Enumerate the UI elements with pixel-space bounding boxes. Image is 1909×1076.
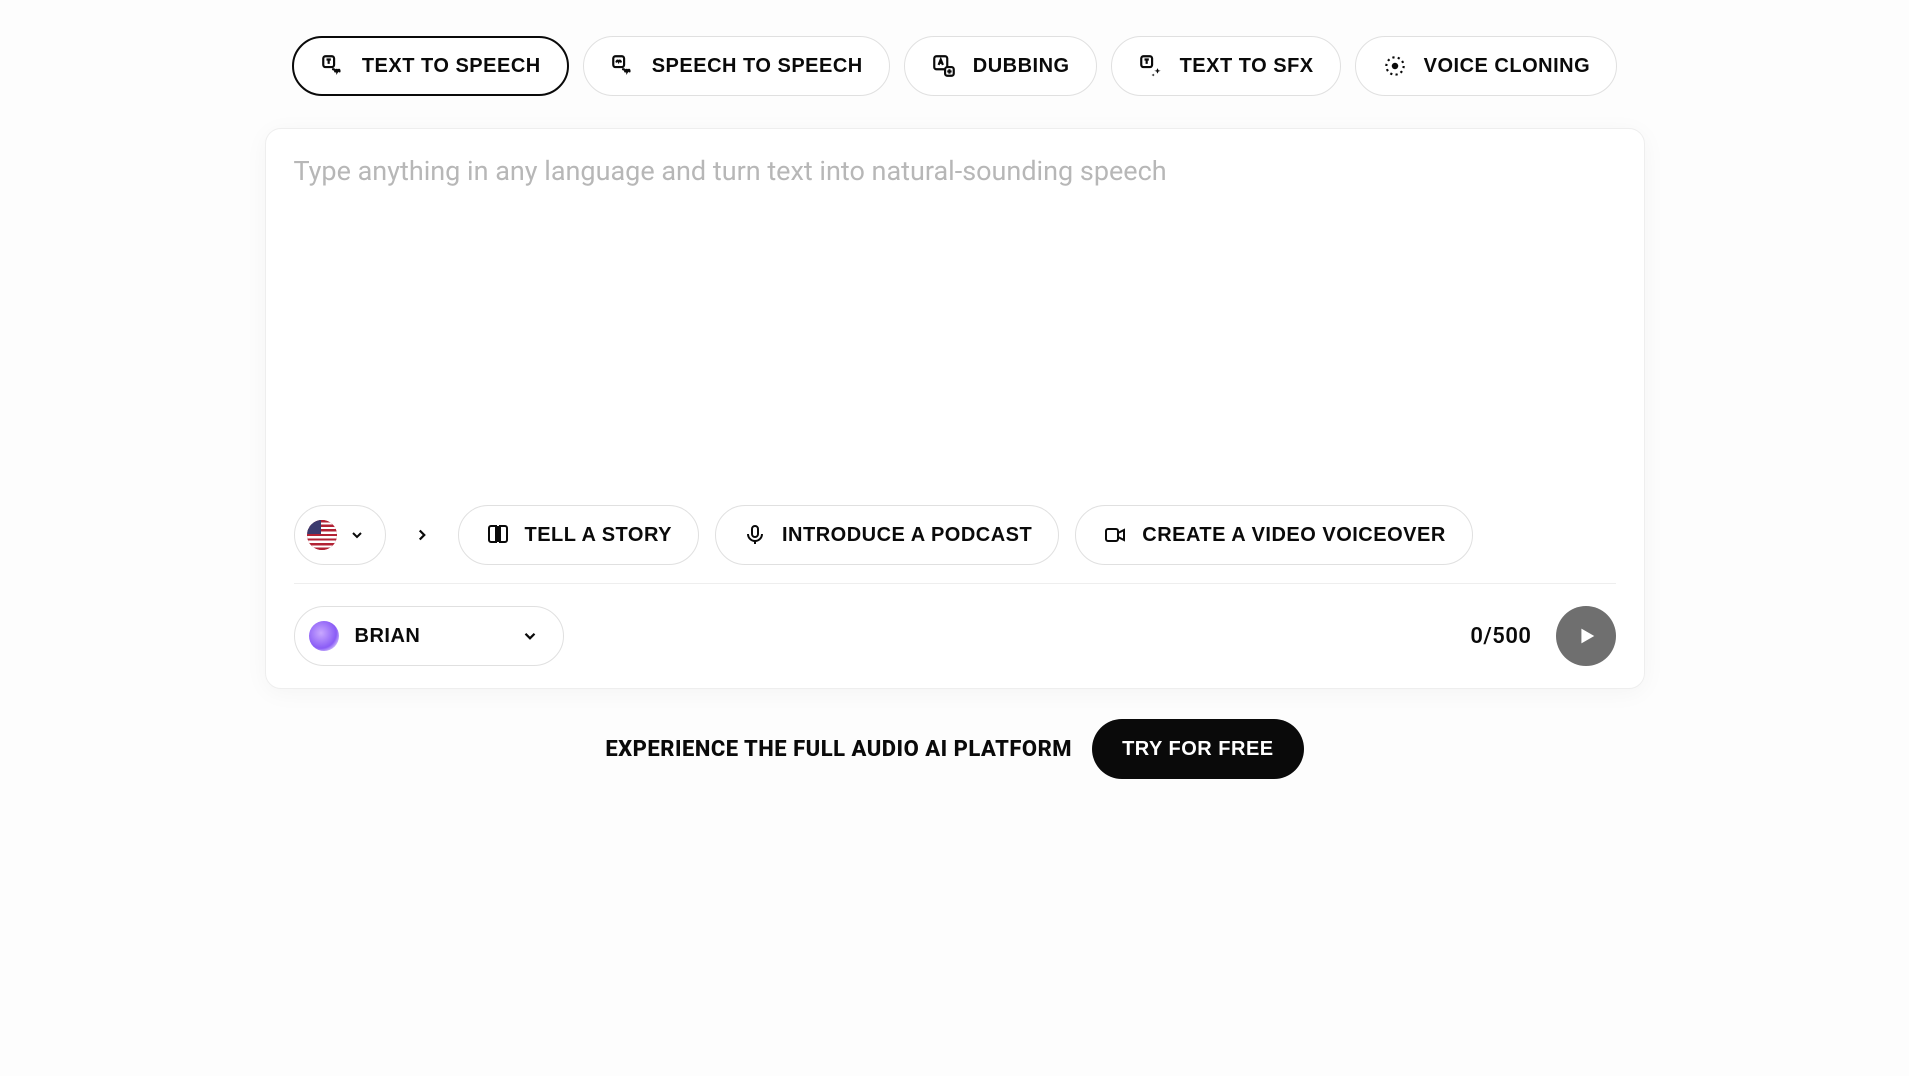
voice-selector[interactable]: BRIAN [294, 606, 564, 666]
main-card: TELL A STORY INTRODUCE A PODCAST [265, 128, 1645, 689]
tabs-row: TEXT TO SPEECH SPEECH TO SPEECH [292, 36, 1617, 96]
try-for-free-button[interactable]: TRY FOR FREE [1092, 719, 1304, 779]
cta-button-label: TRY FOR FREE [1122, 738, 1274, 760]
suggestion-video-voiceover[interactable]: CREATE A VIDEO VOICEOVER [1075, 505, 1473, 565]
char-counter: 0/500 [1470, 624, 1531, 649]
tab-label: VOICE CLONING [1424, 55, 1591, 78]
bottom-row: BRIAN 0/500 [266, 584, 1644, 688]
suggestion-tell-story[interactable]: TELL A STORY [458, 505, 700, 565]
text-input[interactable] [294, 155, 1616, 475]
right-group: 0/500 [1470, 606, 1615, 666]
voice-avatar [309, 621, 339, 651]
dubbing-icon [931, 53, 957, 79]
cta-row: EXPERIENCE THE FULL AUDIO AI PLATFORM TR… [605, 719, 1303, 779]
tab-dubbing[interactable]: DUBBING [904, 36, 1097, 96]
chevron-down-icon [349, 527, 365, 543]
tab-label: DUBBING [973, 55, 1070, 78]
tab-label: TEXT TO SFX [1180, 55, 1314, 78]
suggestion-label: TELL A STORY [525, 524, 673, 547]
play-icon [1575, 625, 1597, 647]
textarea-wrap [266, 129, 1644, 505]
voice-name: BRIAN [355, 625, 421, 648]
language-selector[interactable] [294, 505, 386, 565]
suggestion-label: CREATE A VIDEO VOICEOVER [1142, 524, 1446, 547]
app-root: TEXT TO SPEECH SPEECH TO SPEECH [0, 36, 1909, 779]
us-flag-icon [307, 520, 337, 550]
suggestion-label: INTRODUCE A PODCAST [782, 524, 1032, 547]
video-icon [1102, 522, 1128, 548]
cta-text: EXPERIENCE THE FULL AUDIO AI PLATFORM [605, 737, 1072, 762]
suggestions-row: TELL A STORY INTRODUCE A PODCAST [266, 505, 1644, 583]
sfx-icon [1138, 53, 1164, 79]
suggestion-podcast[interactable]: INTRODUCE A PODCAST [715, 505, 1059, 565]
chevron-right-icon [413, 526, 431, 544]
tab-label: TEXT TO SPEECH [362, 55, 541, 78]
tab-speech-to-speech[interactable]: SPEECH TO SPEECH [583, 36, 890, 96]
tab-text-to-sfx[interactable]: TEXT TO SFX [1111, 36, 1341, 96]
scroll-right-button[interactable] [402, 515, 442, 555]
play-button[interactable] [1556, 606, 1616, 666]
tts-icon [320, 53, 346, 79]
book-icon [485, 522, 511, 548]
sts-icon [610, 53, 636, 79]
mic-icon [742, 522, 768, 548]
clone-icon [1382, 53, 1408, 79]
tab-label: SPEECH TO SPEECH [652, 55, 863, 78]
chevron-down-icon [521, 627, 539, 645]
tab-voice-cloning[interactable]: VOICE CLONING [1355, 36, 1618, 96]
tab-text-to-speech[interactable]: TEXT TO SPEECH [292, 36, 569, 96]
